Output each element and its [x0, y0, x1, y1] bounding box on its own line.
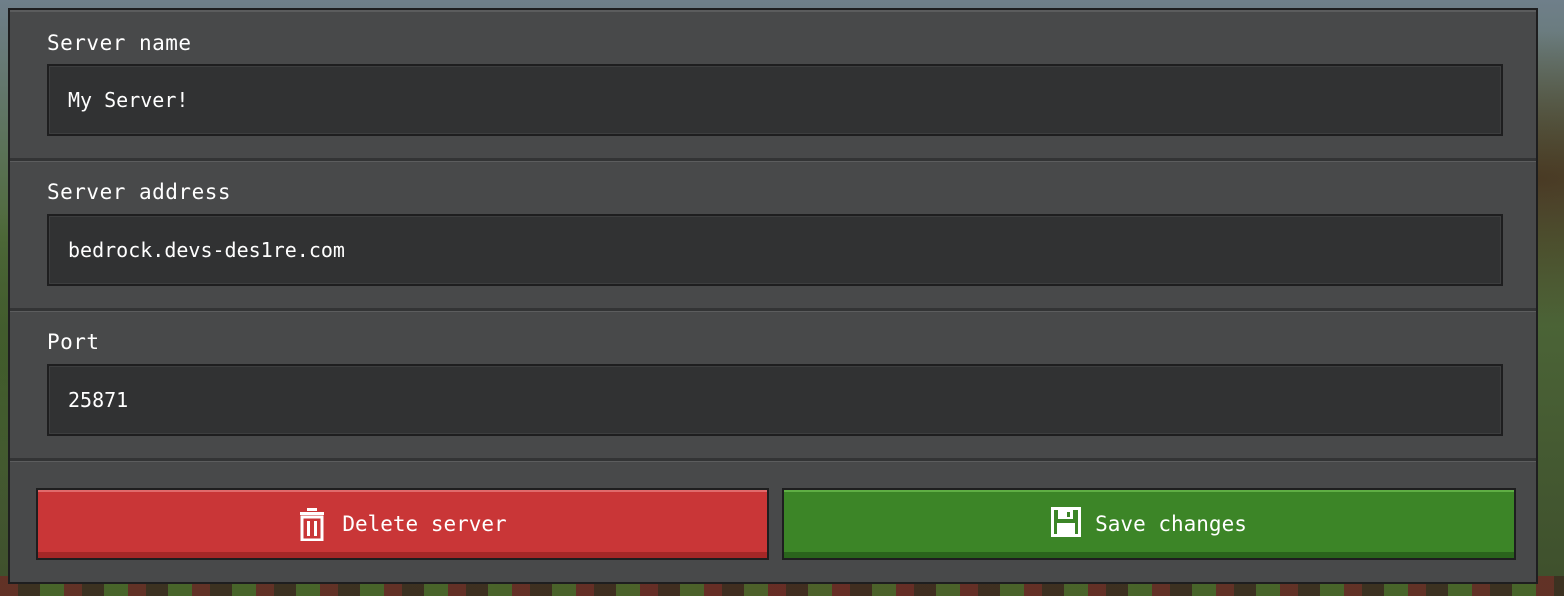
server-address-input[interactable]: [47, 214, 1503, 286]
edit-server-panel: Server name Server address Port Delete s…: [8, 8, 1538, 584]
floppy-disk-icon: [1051, 507, 1082, 541]
save-changes-label: Save changes: [1095, 512, 1247, 536]
server-address-label: Server address: [47, 180, 232, 204]
save-changes-button[interactable]: Save changes: [782, 488, 1516, 560]
port-section: Port: [10, 312, 1536, 458]
server-address-section: Server address: [10, 162, 1536, 308]
delete-server-button[interactable]: Delete server: [36, 488, 769, 560]
server-name-label: Server name: [47, 31, 192, 55]
delete-server-label: Delete server: [342, 512, 507, 536]
trash-icon: [298, 507, 326, 541]
port-label: Port: [47, 330, 100, 354]
server-name-section: Server name: [10, 10, 1536, 158]
divider: [10, 458, 1536, 462]
port-input[interactable]: [47, 364, 1503, 436]
server-name-input[interactable]: [47, 64, 1503, 136]
